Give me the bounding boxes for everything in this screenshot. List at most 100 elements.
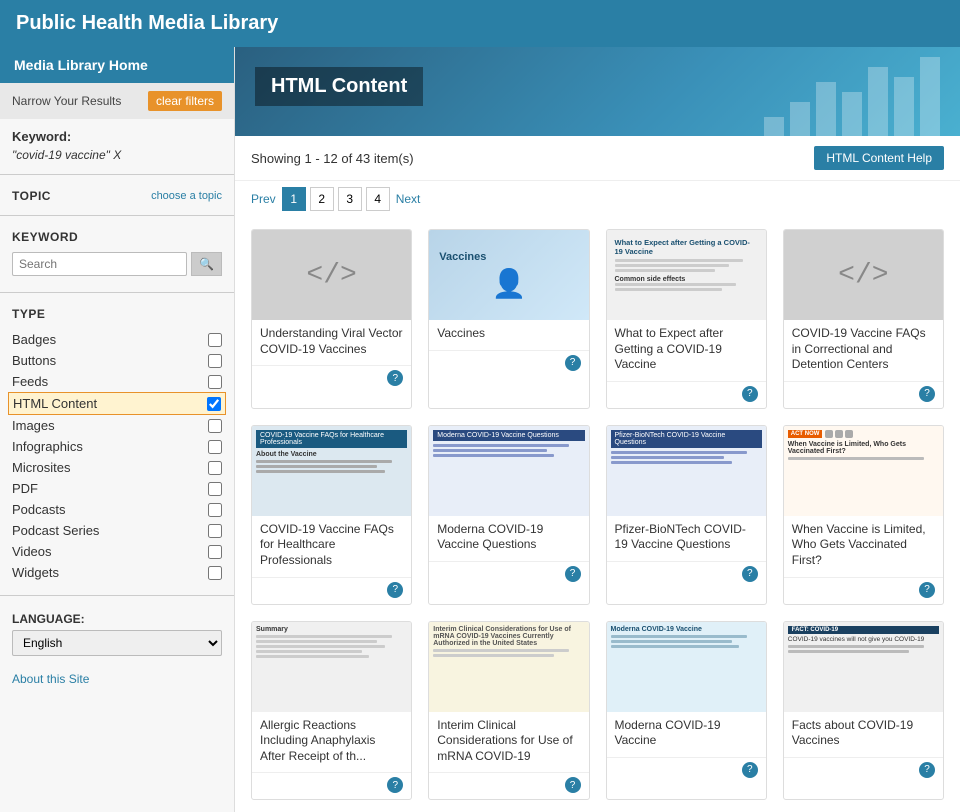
type-filter-list: Badges Buttons Feeds HTML Content Images… — [0, 325, 234, 587]
type-item-widgets[interactable]: Widgets — [12, 562, 222, 583]
keyword-section-label: KEYWORD — [12, 230, 78, 244]
main-content: HTML Content Showing 1 - 12 of 43 item(s… — [235, 47, 960, 812]
type-checkbox-11[interactable] — [208, 566, 222, 580]
card-title-0: Understanding Viral Vector COVID-19 Vacc… — [252, 320, 411, 365]
search-input[interactable] — [12, 252, 187, 276]
card-title-9: Interim Clinical Considerations for Use … — [429, 712, 588, 773]
app-title: Public Health Media Library — [16, 12, 278, 34]
type-checkbox-2[interactable] — [208, 375, 222, 389]
media-card-0[interactable]: </> Understanding Viral Vector COVID-19 … — [251, 229, 412, 409]
html-content-help-button[interactable]: HTML Content Help — [814, 146, 944, 170]
sidebar-home-link[interactable]: Media Library Home — [0, 47, 234, 83]
card-footer-7: ? — [784, 577, 943, 604]
type-item-images[interactable]: Images — [12, 415, 222, 436]
keyword-value: "covid-19 vaccine" X — [12, 148, 222, 162]
media-card-11[interactable]: FACT: COVID-19 COVID-19 vaccines will no… — [783, 621, 944, 801]
media-card-1[interactable]: Vaccines 👤 Vaccines ? — [428, 229, 589, 409]
header-bars-decoration — [764, 57, 940, 136]
type-item-podcast-series[interactable]: Podcast Series — [12, 520, 222, 541]
page-4-button[interactable]: 4 — [366, 187, 390, 211]
next-label[interactable]: Next — [396, 192, 421, 206]
keyword-section-header: KEYWORD — [0, 224, 234, 248]
page-3-button[interactable]: 3 — [338, 187, 362, 211]
card-footer-6: ? — [607, 561, 766, 588]
type-checkbox-0[interactable] — [208, 333, 222, 347]
media-card-4[interactable]: COVID-19 Vaccine FAQs for Healthcare Pro… — [251, 425, 412, 605]
card-footer-8: ? — [252, 772, 411, 799]
type-item-microsites[interactable]: Microsites — [12, 457, 222, 478]
language-label: LANGUAGE: — [12, 612, 222, 626]
keyword-section: Keyword: "covid-19 vaccine" X — [0, 119, 234, 166]
card-footer-11: ? — [784, 757, 943, 784]
type-checkbox-10[interactable] — [208, 545, 222, 559]
type-checkbox-3[interactable] — [207, 397, 221, 411]
media-grid: </> Understanding Viral Vector COVID-19 … — [235, 217, 960, 812]
type-checkbox-1[interactable] — [208, 354, 222, 368]
card-help-4[interactable]: ? — [387, 582, 403, 598]
language-select[interactable]: English Spanish French — [12, 630, 222, 656]
type-item-buttons[interactable]: Buttons — [12, 350, 222, 371]
card-help-5[interactable]: ? — [565, 566, 581, 582]
media-card-8[interactable]: Summary Allergic Reactions Including Ana… — [251, 621, 412, 801]
search-button[interactable]: 🔍 — [191, 252, 222, 276]
card-footer-9: ? — [429, 772, 588, 799]
type-checkbox-5[interactable] — [208, 440, 222, 454]
card-title-2: What to Expect after Getting a COVID-19 … — [607, 320, 766, 381]
page-1-button[interactable]: 1 — [282, 187, 306, 211]
content-header: HTML Content — [235, 47, 960, 136]
card-help-9[interactable]: ? — [565, 777, 581, 793]
card-footer-1: ? — [429, 350, 588, 377]
type-checkbox-7[interactable] — [208, 482, 222, 496]
search-row: 🔍 — [0, 248, 234, 284]
results-count: Showing 1 - 12 of 43 item(s) — [251, 151, 414, 166]
type-item-videos[interactable]: Videos — [12, 541, 222, 562]
clear-filters-button[interactable]: clear filters — [148, 91, 222, 111]
type-item-html-content[interactable]: HTML Content — [8, 392, 226, 415]
card-title-10: Moderna COVID-19 Vaccine — [607, 712, 766, 757]
card-help-1[interactable]: ? — [565, 355, 581, 371]
card-title-4: COVID-19 Vaccine FAQs for Healthcare Pro… — [252, 516, 411, 577]
type-item-badges[interactable]: Badges — [12, 329, 222, 350]
content-section-title: HTML Content — [255, 67, 423, 106]
narrow-label: Narrow Your Results — [12, 94, 121, 108]
type-label: TYPE — [12, 307, 45, 321]
card-help-11[interactable]: ? — [919, 762, 935, 778]
card-title-3: COVID-19 Vaccine FAQs in Correctional an… — [784, 320, 943, 381]
card-title-5: Moderna COVID-19 Vaccine Questions — [429, 516, 588, 561]
card-footer-5: ? — [429, 561, 588, 588]
card-footer-4: ? — [252, 577, 411, 604]
media-card-10[interactable]: Moderna COVID-19 Vaccine Moderna COVID-1… — [606, 621, 767, 801]
topic-section-header: TOPIC choose a topic — [0, 183, 234, 207]
media-card-2[interactable]: What to Expect after Getting a COVID-19 … — [606, 229, 767, 409]
card-title-8: Allergic Reactions Including Anaphylaxis… — [252, 712, 411, 773]
type-checkbox-6[interactable] — [208, 461, 222, 475]
media-card-5[interactable]: Moderna COVID-19 Vaccine Questions Moder… — [428, 425, 589, 605]
card-title-7: When Vaccine is Limited, Who Gets Vaccin… — [784, 516, 943, 577]
card-footer-3: ? — [784, 381, 943, 408]
about-site-link[interactable]: About this Site — [0, 664, 234, 694]
prev-label[interactable]: Prev — [251, 192, 276, 206]
page-2-button[interactable]: 2 — [310, 187, 334, 211]
type-item-pdf[interactable]: PDF — [12, 478, 222, 499]
card-help-3[interactable]: ? — [919, 386, 935, 402]
type-item-podcasts[interactable]: Podcasts — [12, 499, 222, 520]
media-card-7[interactable]: ACT NOW When Vaccine is Limited, Who Get… — [783, 425, 944, 605]
card-help-8[interactable]: ? — [387, 777, 403, 793]
media-card-3[interactable]: </> COVID-19 Vaccine FAQs in Correctiona… — [783, 229, 944, 409]
card-help-10[interactable]: ? — [742, 762, 758, 778]
card-title-1: Vaccines — [429, 320, 588, 350]
type-checkbox-9[interactable] — [208, 524, 222, 538]
card-help-6[interactable]: ? — [742, 566, 758, 582]
media-card-6[interactable]: Pfizer-BioNTech COVID-19 Vaccine Questio… — [606, 425, 767, 605]
card-footer-2: ? — [607, 381, 766, 408]
type-item-infographics[interactable]: Infographics — [12, 436, 222, 457]
type-item-feeds[interactable]: Feeds — [12, 371, 222, 392]
card-help-7[interactable]: ? — [919, 582, 935, 598]
card-help-2[interactable]: ? — [742, 386, 758, 402]
choose-topic-link[interactable]: choose a topic — [151, 190, 222, 202]
type-checkbox-8[interactable] — [208, 503, 222, 517]
app-header: Public Health Media Library — [0, 0, 960, 47]
type-checkbox-4[interactable] — [208, 419, 222, 433]
card-help-0[interactable]: ? — [387, 370, 403, 386]
media-card-9[interactable]: Interim Clinical Considerations for Use … — [428, 621, 589, 801]
